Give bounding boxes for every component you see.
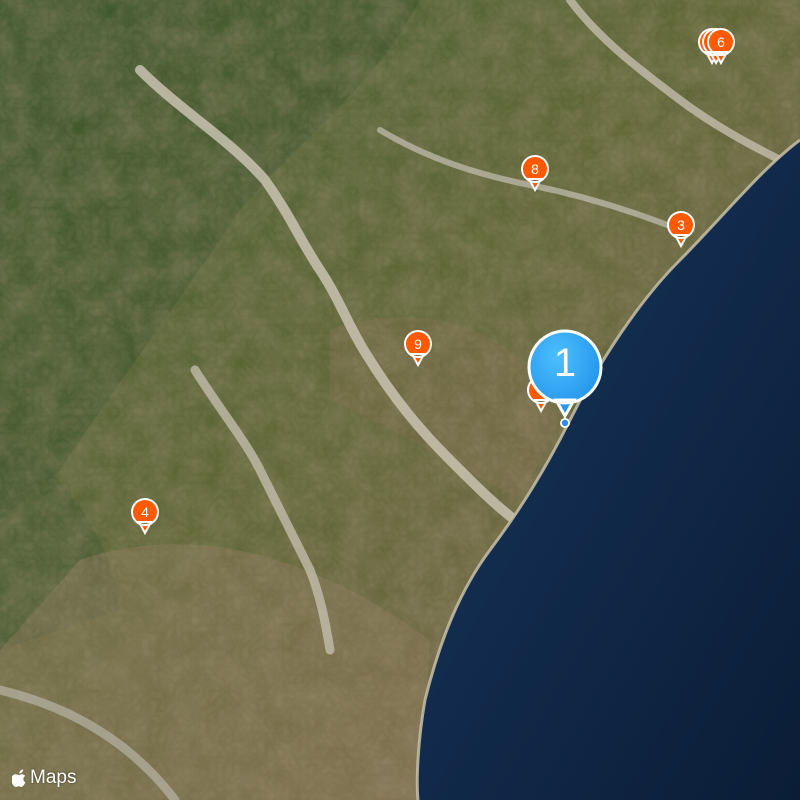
maps-logo-text: Maps (30, 767, 77, 788)
apple-logo-icon (12, 769, 26, 787)
pin-label: 4 (141, 504, 149, 520)
maps-logo: Maps (12, 766, 76, 790)
pin-label: 8 (531, 161, 539, 177)
map-pin-cluster[interactable]: 1 (526, 328, 604, 420)
pin-label: 6 (717, 34, 725, 50)
cluster-pin-label: 1 (553, 341, 577, 385)
map-pin-marker[interactable]: 8 (521, 155, 549, 193)
map-pin-marker[interactable]: 4 (131, 498, 159, 536)
satellite-map[interactable] (0, 0, 800, 800)
pin-label: 3 (677, 217, 685, 233)
user-location-dot (561, 419, 569, 427)
map-pin-marker[interactable]: 6 (707, 28, 735, 66)
map-pin-marker[interactable]: 3 (667, 211, 695, 249)
pin-label: 9 (414, 336, 422, 352)
map-pin-marker[interactable]: 9 (404, 330, 432, 368)
